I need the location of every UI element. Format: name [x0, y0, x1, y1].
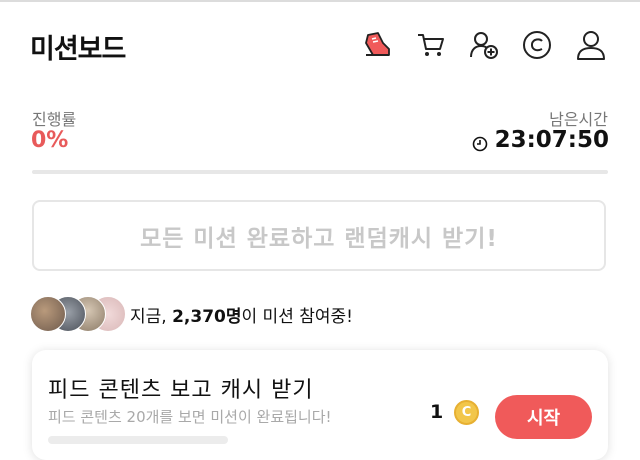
- mission-title: 피드 콘텐츠 보고 캐시 받기: [48, 378, 314, 403]
- mission-reward-amount: 1: [430, 401, 444, 423]
- participants-row: 지금, 2,370명이 미션 참여중!: [30, 296, 353, 332]
- mission-subtext-placeholder: [48, 436, 228, 444]
- remaining-time-value: 23:07:50: [494, 127, 609, 153]
- cart-icon[interactable]: [414, 28, 448, 62]
- coin-icon: C: [454, 400, 479, 425]
- remaining-time: 23:07:50: [472, 127, 609, 153]
- random-cash-reward-button[interactable]: 모든 미션 완료하고 랜덤캐시 받기!: [32, 200, 606, 271]
- add-friend-icon[interactable]: [467, 28, 501, 62]
- progress-value: 0%: [31, 128, 69, 153]
- participants-count: 2,370명: [172, 306, 242, 327]
- start-mission-button[interactable]: 시작: [495, 395, 592, 439]
- page-title: 미션보드: [30, 34, 126, 65]
- top-divider: [0, 0, 640, 2]
- clock-icon: [472, 132, 488, 152]
- avatar: [30, 296, 66, 332]
- mission-description: 피드 콘텐츠 20개를 보면 미션이 완료됩니다!: [48, 408, 332, 426]
- mission-card: 피드 콘텐츠 보고 캐시 받기 피드 콘텐츠 20개를 보면 미션이 완료됩니다…: [32, 350, 608, 460]
- shoe-icon[interactable]: [360, 28, 394, 62]
- cash-coin-icon[interactable]: [520, 28, 554, 62]
- progress-label: 진행률: [32, 110, 77, 129]
- participants-prefix: 지금,: [130, 306, 173, 327]
- profile-icon[interactable]: [574, 28, 608, 62]
- participants-text: 지금, 2,370명이 미션 참여중!: [130, 302, 353, 327]
- avatar-stack: [30, 296, 126, 332]
- participants-suffix: 이 미션 참여중!: [241, 306, 353, 327]
- progress-bar: [32, 170, 608, 174]
